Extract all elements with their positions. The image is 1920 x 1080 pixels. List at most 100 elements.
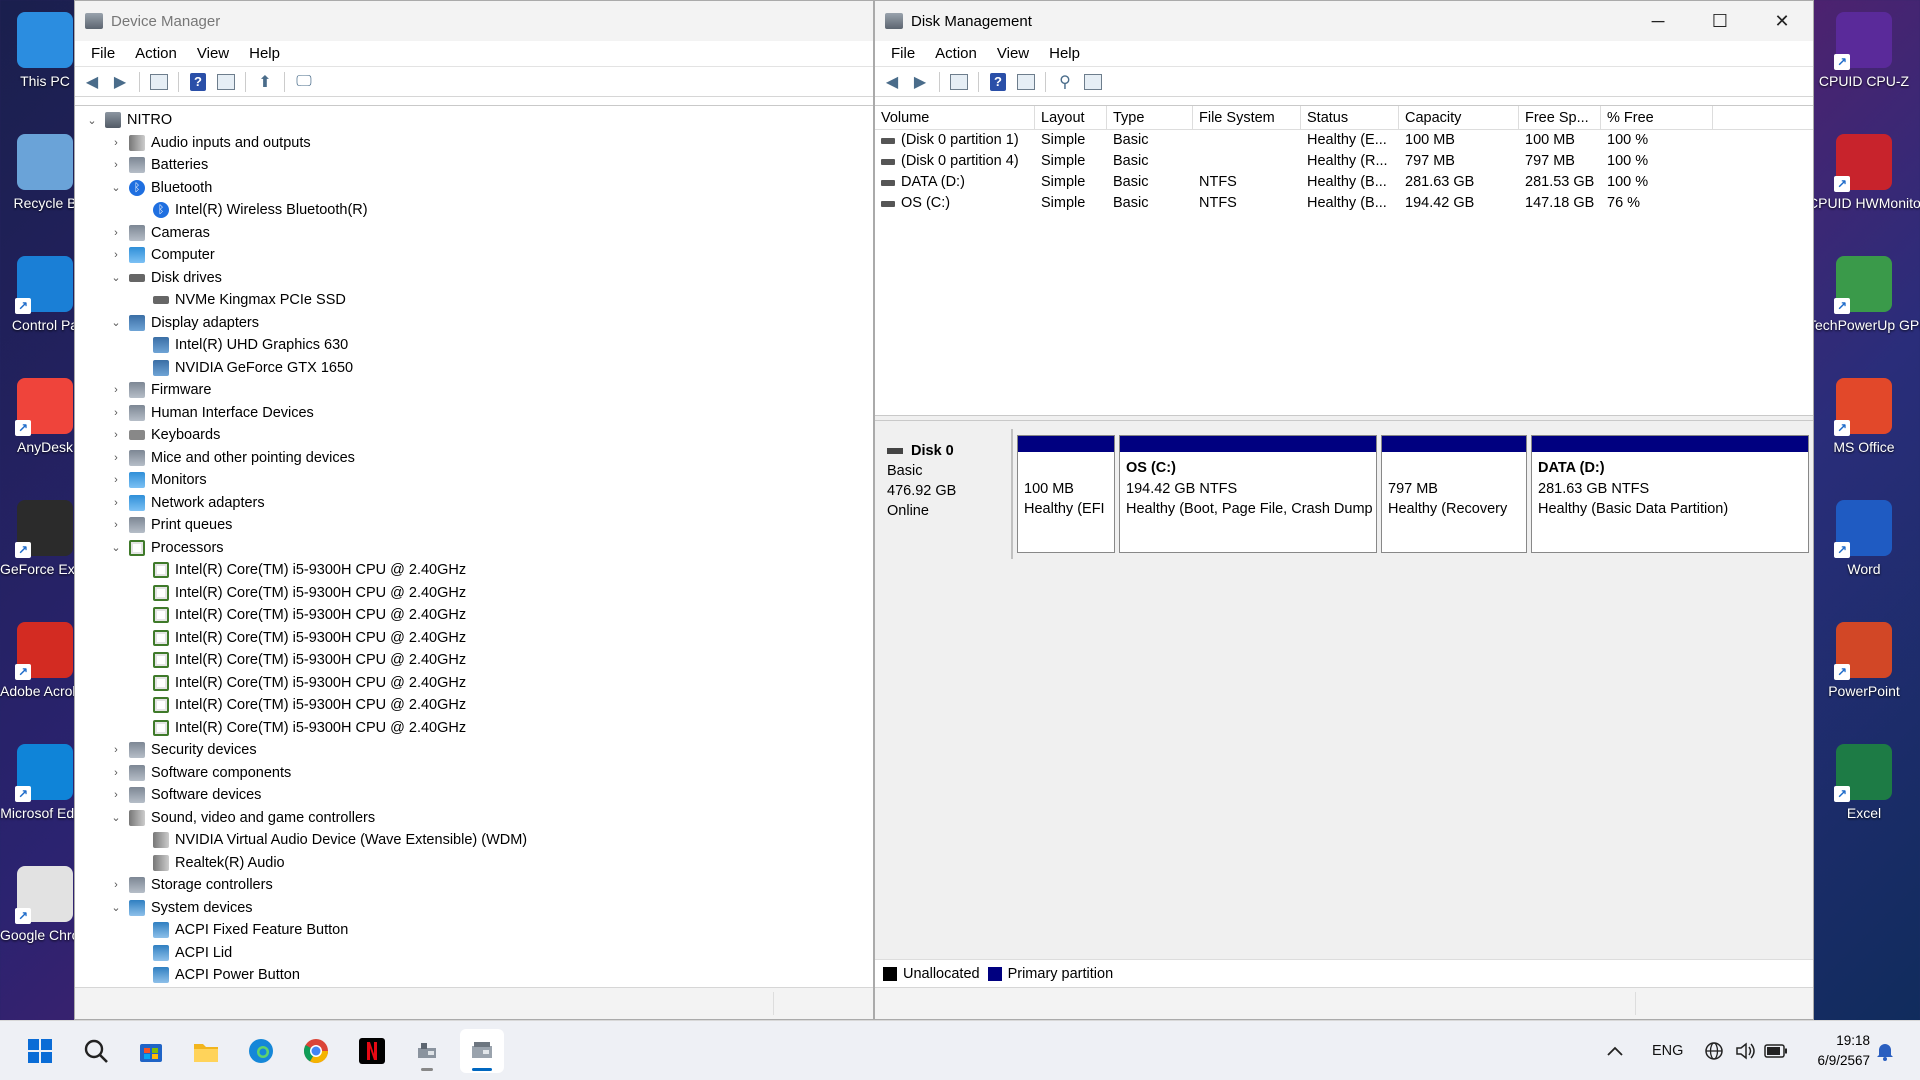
rescan-disks-icon[interactable] — [1080, 70, 1106, 94]
close-icon[interactable]: ✕ — [1751, 1, 1813, 41]
tree-category[interactable]: › Firmware — [75, 379, 873, 402]
chevron-right-icon[interactable]: › — [109, 429, 123, 441]
tree-category[interactable]: › Batteries — [75, 154, 873, 177]
tree-root[interactable]: ⌄ NITRO — [75, 109, 873, 132]
tree-device[interactable]: Intel(R) Core(TM) i5-9300H CPU @ 2.40GHz — [75, 604, 873, 627]
disk-management-titlebar[interactable]: Disk Management ─ ☐ ✕ — [875, 1, 1813, 41]
file-explorer-icon[interactable] — [184, 1029, 228, 1073]
chevron-right-icon[interactable]: › — [109, 249, 123, 261]
tree-device[interactable]: Intel(R) Core(TM) i5-9300H CPU @ 2.40GHz — [75, 582, 873, 605]
table-row[interactable]: OS (C:) Simple Basic NTFS Healthy (B... 194.4… — [875, 193, 1813, 214]
properties-icon[interactable] — [213, 70, 239, 94]
table-row[interactable]: (Disk 0 partition 1) Simple Basic Healthy (… — [875, 130, 1813, 151]
volume-speaker-icon[interactable] — [1734, 1021, 1756, 1080]
properties-icon[interactable] — [1013, 70, 1039, 94]
device-tree[interactable]: ⌄ NITRO › Audio inputs and outputs › Batterie… — [75, 105, 873, 987]
tree-category[interactable]: ⌄ Processors — [75, 537, 873, 560]
maximize-icon[interactable]: ☐ — [1689, 1, 1751, 41]
desktop-shortcut[interactable]: ↗ CPUID CPU-Z — [1808, 0, 1920, 122]
tree-device[interactable]: ACPI Power Button — [75, 964, 873, 987]
tree-category[interactable]: › Monitors — [75, 469, 873, 492]
chevron-right-icon[interactable]: › — [109, 452, 123, 464]
chevron-down-icon[interactable]: ⌄ — [85, 114, 99, 127]
tree-category[interactable]: ⌄ Disk drives — [75, 267, 873, 290]
desktop-shortcut[interactable]: ↗ PowerPoint — [1808, 610, 1920, 732]
menu-view[interactable]: View — [187, 45, 239, 62]
store-icon[interactable] — [129, 1029, 173, 1073]
menu-file[interactable]: File — [881, 45, 925, 62]
tree-category[interactable]: › Computer — [75, 244, 873, 267]
tree-category[interactable]: › Print queues — [75, 514, 873, 537]
disk-info[interactable]: Disk 0 Basic 476.92 GB Online — [877, 429, 1013, 559]
notification-bell-icon[interactable] — [1876, 1021, 1894, 1080]
chevron-down-icon[interactable]: ⌄ — [109, 271, 123, 284]
tree-device[interactable]: Intel(R) Core(TM) i5-9300H CPU @ 2.40GHz — [75, 559, 873, 582]
tree-category[interactable]: › Software components — [75, 762, 873, 785]
show-hidden-icons-chevron-up-icon[interactable] — [1606, 1021, 1624, 1080]
menu-help[interactable]: Help — [1039, 45, 1090, 62]
column-header[interactable]: Status — [1301, 106, 1399, 129]
tree-category[interactable]: › Storage controllers — [75, 874, 873, 897]
network-globe-icon[interactable] — [1704, 1021, 1724, 1080]
column-header[interactable]: Free Sp... — [1519, 106, 1601, 129]
disk-row[interactable]: Disk 0 Basic 476.92 GB Online 100 MB Hea… — [877, 429, 1811, 559]
volume-list[interactable]: Volume Layout Type File System Status Capacit… — [875, 105, 1813, 415]
minimize-icon[interactable]: ─ — [1627, 1, 1689, 41]
tree-category[interactable]: › Mice and other pointing devices — [75, 447, 873, 470]
chevron-right-icon[interactable]: › — [109, 407, 123, 419]
chevron-down-icon[interactable]: ⌄ — [109, 541, 123, 554]
tree-device[interactable]: NVMe Kingmax PCIe SSD — [75, 289, 873, 312]
chevron-right-icon[interactable]: › — [109, 497, 123, 509]
netflix-icon[interactable] — [350, 1029, 394, 1073]
battery-icon[interactable] — [1764, 1021, 1788, 1080]
edge-icon[interactable] — [239, 1029, 283, 1073]
chevron-down-icon[interactable]: ⌄ — [109, 181, 123, 194]
help-icon[interactable]: ? — [985, 70, 1011, 94]
device-manager-icon[interactable] — [405, 1029, 449, 1073]
device-manager-titlebar[interactable]: Device Manager — [75, 1, 873, 41]
desktop-shortcut[interactable]: ↗ CPUID HWMonitor — [1808, 122, 1920, 244]
chevron-right-icon[interactable]: › — [109, 159, 123, 171]
desktop-shortcut[interactable]: ↗ Excel — [1808, 732, 1920, 854]
show-hide-console-tree-icon[interactable] — [946, 70, 972, 94]
search-icon[interactable] — [74, 1029, 118, 1073]
update-driver-icon[interactable]: ⬆ — [252, 70, 278, 94]
tree-device[interactable]: Intel(R) Core(TM) i5-9300H CPU @ 2.40GHz — [75, 627, 873, 650]
tree-device[interactable]: Intel(R) UHD Graphics 630 — [75, 334, 873, 357]
connect-icon[interactable]: ⚲ — [1052, 70, 1078, 94]
partition-os-c[interactable]: OS (C:) 194.42 GB NTFS Healthy (Boot, Pa… — [1119, 435, 1377, 553]
tree-category[interactable]: ⌄ Sound, video and game controllers — [75, 807, 873, 830]
tree-category[interactable]: › Network adapters — [75, 492, 873, 515]
tree-category[interactable]: › Human Interface Devices — [75, 402, 873, 425]
tree-device[interactable]: Intel(R) Core(TM) i5-9300H CPU @ 2.40GHz — [75, 672, 873, 695]
start-icon[interactable] — [18, 1029, 62, 1073]
chevron-right-icon[interactable]: › — [109, 789, 123, 801]
language-indicator[interactable]: ENG — [1652, 1021, 1683, 1080]
tree-device[interactable]: Intel(R) Core(TM) i5-9300H CPU @ 2.40GHz — [75, 717, 873, 740]
tree-category[interactable]: › Audio inputs and outputs — [75, 132, 873, 155]
help-icon[interactable]: ? — [185, 70, 211, 94]
menu-file[interactable]: File — [81, 45, 125, 62]
chevron-down-icon[interactable]: ⌄ — [109, 901, 123, 914]
tree-category[interactable]: › Security devices — [75, 739, 873, 762]
tree-device[interactable]: ACPI Fixed Feature Button — [75, 919, 873, 942]
partition-recovery[interactable]: 797 MB Healthy (Recovery — [1381, 435, 1527, 553]
partition-efi[interactable]: 100 MB Healthy (EFI — [1017, 435, 1115, 553]
back-arrow-icon[interactable]: ◀ — [879, 70, 905, 94]
desktop-shortcut[interactable]: ↗ TechPowerUp GPU-Z — [1808, 244, 1920, 366]
chevron-right-icon[interactable]: › — [109, 137, 123, 149]
tree-category[interactable]: › Cameras — [75, 222, 873, 245]
tree-device[interactable]: ACPI Lid — [75, 942, 873, 965]
clock[interactable]: 19:18 6/9/2567 — [1800, 1031, 1870, 1071]
tree-category[interactable]: ⌄ Display adapters — [75, 312, 873, 335]
forward-arrow-icon[interactable]: ▶ — [907, 70, 933, 94]
show-hide-console-tree-icon[interactable] — [146, 70, 172, 94]
tree-device[interactable]: NVIDIA GeForce GTX 1650 — [75, 357, 873, 380]
chevron-right-icon[interactable]: › — [109, 744, 123, 756]
column-header[interactable]: Layout — [1035, 106, 1107, 129]
tree-device[interactable]: NVIDIA Virtual Audio Device (Wave Extens… — [75, 829, 873, 852]
chevron-right-icon[interactable]: › — [109, 879, 123, 891]
chevron-right-icon[interactable]: › — [109, 227, 123, 239]
disk-management-icon[interactable] — [460, 1029, 504, 1073]
partition-data-d[interactable]: DATA (D:) 281.63 GB NTFS Healthy (Basic … — [1531, 435, 1809, 553]
